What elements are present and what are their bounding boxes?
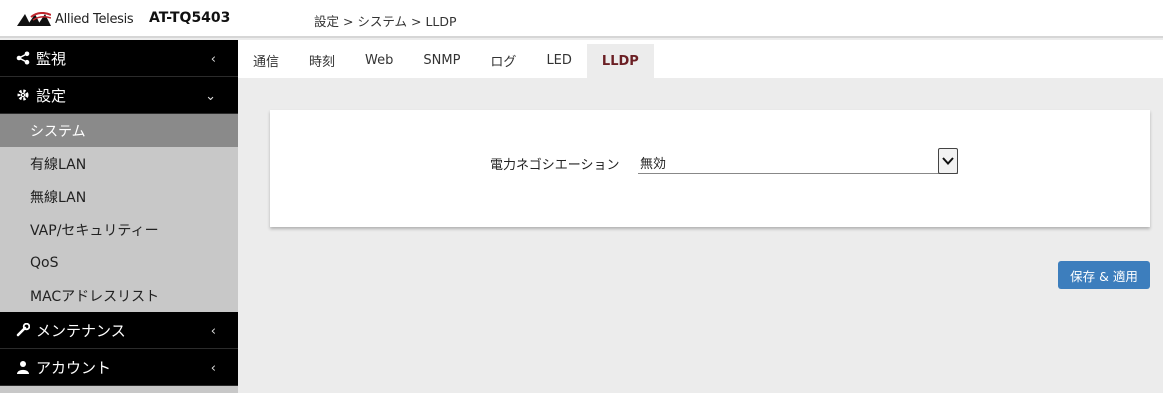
header-bar: Allied Telesis AT-TQ5403 設定 > システム > LLD… (0, 0, 1163, 38)
sidebar-section-maintenance[interactable]: メンテナンス ‹ (0, 312, 238, 349)
sidebar-section-monitor[interactable]: 監視 ‹ (0, 40, 238, 77)
brand-name: Allied Telesis (55, 11, 134, 27)
chevron-down-icon[interactable] (938, 148, 958, 174)
sidebar-item-qos[interactable]: QoS (0, 246, 238, 279)
power-negotiation-select[interactable]: 無効 (638, 148, 958, 174)
tab-bar: 通信 時刻 Web SNMP ログ LED LLDP (238, 40, 1163, 78)
sidebar-section-label: メンテナンス (36, 321, 126, 340)
sidebar-section-account[interactable]: アカウント ‹ (0, 349, 238, 386)
sidebar-item-mac-address-list[interactable]: MACアドレスリスト (0, 279, 238, 312)
sidebar-section-label: 設定 (36, 86, 67, 105)
sidebar: 監視 ‹ 設定 ⌄ システム 有線LAN 無線LAN VAP/セキュリティー Q… (0, 40, 238, 393)
device-model: AT-TQ5403 (149, 10, 231, 26)
tab-led[interactable]: LED (531, 42, 586, 78)
tab-communication[interactable]: 通信 (238, 42, 294, 78)
sidebar-section-label: アカウント (36, 358, 112, 377)
sidebar-section-settings[interactable]: 設定 ⌄ (0, 77, 238, 114)
chevron-down-icon: ⌄ (205, 89, 216, 104)
power-negotiation-value: 無効 (640, 157, 667, 172)
gear-icon (16, 88, 30, 102)
save-apply-button[interactable]: 保存 & 適用 (1058, 261, 1150, 289)
tab-log[interactable]: ログ (475, 42, 531, 78)
sidebar-item-vap-security[interactable]: VAP/セキュリティー (0, 213, 238, 246)
chevron-left-icon: ‹ (210, 324, 216, 339)
chevron-left-icon: ‹ (210, 52, 216, 67)
sidebar-section-label: 監視 (36, 49, 67, 68)
breadcrumb: 設定 > システム > LLDP (314, 14, 457, 29)
sidebar-item-system[interactable]: システム (0, 114, 238, 147)
tab-snmp[interactable]: SNMP (408, 42, 475, 78)
chevron-left-icon: ‹ (210, 361, 216, 376)
brand-logo: Allied Telesis (17, 11, 134, 27)
settings-card: 電力ネゴシエーション 無効 (270, 110, 1150, 227)
sidebar-item-wired-lan[interactable]: 有線LAN (0, 147, 238, 180)
wrench-icon (16, 323, 30, 337)
power-negotiation-label: 電力ネゴシエーション (490, 158, 620, 173)
tab-time[interactable]: 時刻 (294, 42, 350, 78)
user-icon (16, 360, 30, 374)
share-icon (16, 51, 30, 65)
sidebar-item-wireless-lan[interactable]: 無線LAN (0, 180, 238, 213)
tab-lldp[interactable]: LLDP (586, 44, 654, 78)
tab-web[interactable]: Web (350, 42, 408, 78)
allied-telesis-logo-icon (17, 12, 51, 26)
